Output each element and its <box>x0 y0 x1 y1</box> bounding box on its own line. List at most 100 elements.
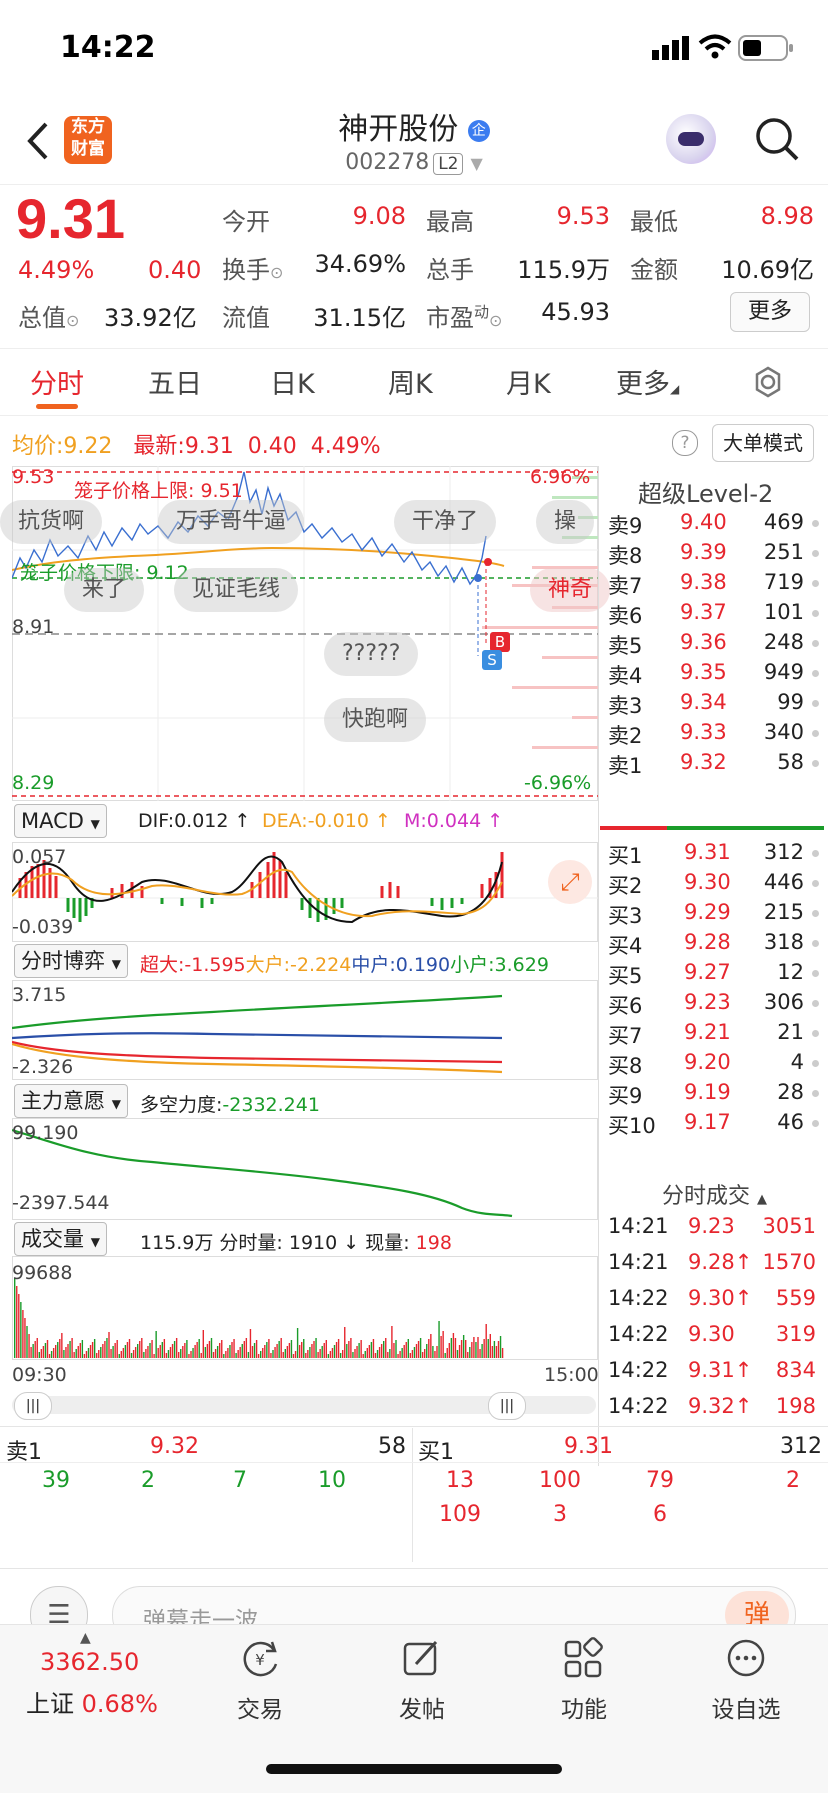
add-watchlist-label[interactable]: 设自选 <box>696 1690 796 1724</box>
bid-volume: 312 <box>763 840 804 864</box>
volume-chart[interactable] <box>12 1256 598 1360</box>
add-watchlist-icon[interactable] <box>696 1636 796 1684</box>
sell-marker[interactable]: S <box>482 650 502 670</box>
more-button[interactable]: 更多 <box>730 292 810 332</box>
queue-order: 13 <box>446 1468 474 1493</box>
volume-bar <box>157 1348 159 1358</box>
volume-bar <box>73 1352 75 1358</box>
volume-bar <box>368 1345 371 1358</box>
game-chart[interactable] <box>12 980 598 1080</box>
ask-volume: 248 <box>763 630 804 654</box>
volume-bar <box>42 1346 45 1358</box>
mktcap-value: 33.92亿 <box>104 304 197 332</box>
volume-bar <box>358 1343 360 1358</box>
big-order-mode-button[interactable]: 大单模式 <box>712 424 814 462</box>
scroller-left-handle[interactable]: ||| <box>14 1392 52 1420</box>
volume-bar <box>61 1333 63 1358</box>
buy-marker[interactable]: B <box>490 632 510 652</box>
function-label[interactable]: 功能 <box>534 1690 634 1724</box>
volume-bar <box>216 1346 219 1358</box>
post-label[interactable]: 发帖 <box>372 1690 472 1724</box>
volume-bar <box>489 1334 491 1358</box>
volume-bar <box>471 1342 473 1358</box>
volume-bar <box>460 1340 463 1358</box>
queue-order: 6 <box>653 1502 667 1527</box>
tab-week-k[interactable]: 周K <box>388 362 433 401</box>
tick-time: 14:21 <box>608 1250 669 1274</box>
volume-bar <box>321 1346 323 1358</box>
volume-bar <box>260 1351 262 1358</box>
pct-top-label: 6.96% <box>530 466 591 488</box>
tick-time: 14:21 <box>608 1214 669 1238</box>
volume-bar <box>372 1339 375 1358</box>
open-value: 9.08 <box>352 202 406 230</box>
dot-icon <box>812 850 819 857</box>
volume-label: 总手 <box>426 256 474 284</box>
search-icon[interactable] <box>754 116 800 162</box>
index-quote[interactable]: 上证 0.68% <box>26 1684 158 1719</box>
tab-5day[interactable]: 五日 <box>148 362 202 401</box>
volume-bar <box>116 1340 118 1358</box>
volume-bar <box>376 1350 379 1358</box>
bid-price: 9.23 <box>684 990 731 1014</box>
bid-price: 9.19 <box>684 1080 731 1104</box>
volume-bar <box>18 1294 20 1358</box>
tab-day-k[interactable]: 日K <box>270 362 315 401</box>
volume-bar <box>83 1354 86 1358</box>
intent-y-bottom: -2397.544 <box>12 1192 110 1214</box>
trade-icon[interactable]: ¥ <box>210 1636 310 1684</box>
volume-bar <box>348 1341 350 1358</box>
robot-assistant-icon[interactable] <box>666 114 716 164</box>
status-time: 14:22 <box>60 30 156 65</box>
turnover-value: 34.69% <box>314 250 406 278</box>
volume-bar <box>153 1354 155 1358</box>
volume-bar <box>198 1339 200 1358</box>
volume-bar <box>481 1344 483 1358</box>
tab-more[interactable]: 更多◢ <box>616 362 679 401</box>
queue-bid-price: 9.31 <box>564 1434 613 1459</box>
tab-month-k[interactable]: 月K <box>506 362 551 401</box>
macd-indicator-select[interactable]: MACD ▼ <box>14 804 107 838</box>
post-icon[interactable] <box>372 1636 472 1684</box>
tick-volume: 3051 <box>762 1214 816 1238</box>
game-y-top: 3.715 <box>12 984 67 1006</box>
volume-bar <box>30 1347 32 1358</box>
bid-price: 9.20 <box>684 1050 731 1074</box>
tab-intraday[interactable]: 分时 <box>30 362 84 401</box>
volume-bar <box>255 1340 258 1358</box>
volume-bar <box>413 1347 416 1358</box>
volume-bar <box>397 1354 399 1358</box>
bid-price: 9.27 <box>684 960 731 984</box>
volume-bar <box>145 1349 147 1358</box>
volume-bar <box>188 1354 190 1358</box>
help-icon[interactable]: ? <box>672 430 698 456</box>
ticks-title[interactable]: 分时成交 ▲ <box>662 1178 767 1210</box>
volume-bar <box>483 1339 485 1358</box>
volume-bar <box>282 1352 284 1358</box>
ask-volume: 719 <box>763 570 804 594</box>
volume-bar <box>200 1353 202 1358</box>
expand-icon[interactable]: ⤢ <box>548 860 592 904</box>
volume-bar <box>342 1350 344 1358</box>
volume-bar <box>428 1339 430 1358</box>
tick-volume: 1570 <box>762 1250 816 1274</box>
volume-bar <box>36 1338 38 1358</box>
volume-bar <box>221 1340 223 1358</box>
dot-icon <box>812 910 819 917</box>
scroller-right-handle[interactable]: ||| <box>488 1392 526 1420</box>
function-icon[interactable] <box>534 1636 634 1684</box>
game-indicator-select[interactable]: 分时博弈 ▼ <box>14 944 128 978</box>
volume-bar <box>311 1344 313 1358</box>
ask-label: 卖9 <box>608 514 643 538</box>
volume-bar <box>141 1338 143 1358</box>
trade-label[interactable]: 交易 <box>210 1690 310 1724</box>
index-value[interactable]: 3362.50 <box>40 1648 139 1676</box>
mktcap-label: 总值⊙ <box>18 304 80 332</box>
volume-bar <box>243 1341 245 1358</box>
intent-indicator-select[interactable]: 主力意愿 ▼ <box>14 1084 128 1118</box>
macd-chart[interactable] <box>12 842 598 942</box>
volume-indicator-select[interactable]: 成交量 ▼ <box>14 1222 107 1256</box>
ask-volume: 949 <box>763 660 804 684</box>
ask-volume: 99 <box>777 690 804 714</box>
gear-icon[interactable] <box>752 366 784 398</box>
